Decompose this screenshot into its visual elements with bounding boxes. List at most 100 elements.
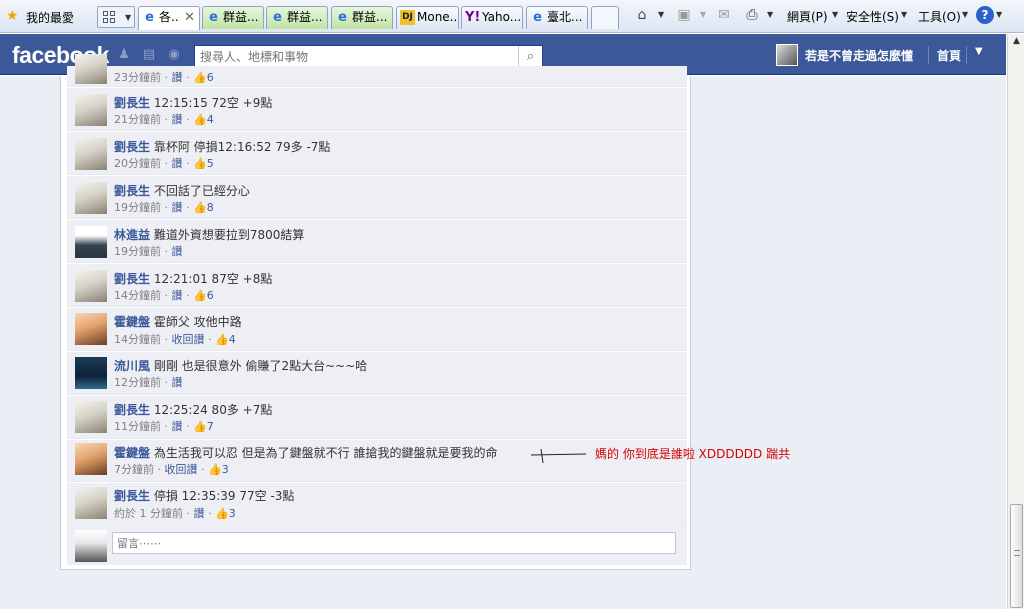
chevron-down-icon[interactable]: ▼	[658, 10, 664, 19]
avatar[interactable]	[75, 226, 107, 258]
browser-tab[interactable]: e 群益...	[266, 6, 328, 29]
avatar[interactable]	[75, 487, 107, 519]
like-link[interactable]: 讚	[194, 507, 205, 520]
friend-requests-icon[interactable]: ♟	[116, 47, 132, 63]
rss-icon[interactable]: ▣	[675, 6, 693, 24]
like-count[interactable]: 👍4	[193, 113, 214, 126]
comment-author[interactable]: 劉長生	[114, 489, 150, 503]
comment-time[interactable]: 19分鐘前	[114, 245, 161, 258]
comment-row: 霍鍵盤 霍師父 攻他中路 14分鐘前 · 收回讚 · 👍4	[67, 308, 687, 351]
comment-body: 靠杯阿 停損12:16:52 79多 -7點	[153, 140, 331, 154]
avatar[interactable]	[75, 357, 107, 389]
safety-menu[interactable]: 安全性(S)	[846, 8, 899, 25]
yahoo-logo-icon: Y!	[465, 10, 481, 25]
scrollbar-thumb[interactable]	[1010, 504, 1023, 608]
chevron-down-icon[interactable]: ▼	[767, 10, 773, 19]
scrollbar[interactable]: ▲	[1007, 34, 1024, 609]
chevron-down-icon[interactable]: ▼	[700, 10, 706, 19]
divider	[966, 46, 967, 64]
browser-tab[interactable]: e 各.. ✕	[138, 6, 200, 30]
like-count[interactable]: 👍8	[193, 201, 214, 214]
comment-author[interactable]: 劉長生	[114, 184, 150, 198]
page-menu[interactable]: 網頁(P)	[787, 8, 828, 25]
comment-time[interactable]: 14分鐘前	[114, 289, 161, 302]
comment-author[interactable]: 霍鍵盤	[114, 446, 150, 460]
unlike-link[interactable]: 收回讚	[172, 333, 205, 346]
like-link[interactable]: 讚	[172, 376, 183, 389]
avatar[interactable]	[75, 270, 107, 302]
ie-page-icon: e	[338, 10, 347, 25]
avatar[interactable]	[75, 138, 107, 170]
ie-page-icon: e	[209, 10, 218, 25]
comment-author[interactable]: 劉長生	[114, 403, 150, 417]
chevron-down-icon[interactable]: ▼	[996, 10, 1002, 19]
search-icon[interactable]: ⌕	[518, 46, 542, 68]
like-count[interactable]: 👍6	[193, 71, 214, 84]
browser-tab[interactable]: Y! Yaho...	[461, 6, 523, 29]
comment-author[interactable]: 劉長生	[114, 272, 150, 286]
avatar[interactable]	[75, 401, 107, 433]
like-link[interactable]: 讚	[172, 157, 183, 170]
browser-tab[interactable]: e 群益...	[202, 6, 264, 29]
avatar[interactable]	[75, 54, 107, 84]
avatar[interactable]	[75, 182, 107, 214]
like-link[interactable]: 讚	[172, 201, 183, 214]
avatar[interactable]	[776, 44, 798, 66]
browser-tab[interactable]: DJ Mone...	[396, 6, 459, 29]
comment-time[interactable]: 11分鐘前	[114, 420, 161, 433]
unlike-link[interactable]: 收回讚	[165, 463, 198, 476]
avatar[interactable]	[75, 443, 107, 475]
avatar[interactable]	[75, 94, 107, 126]
print-icon[interactable]: ⎙	[743, 6, 761, 24]
comment-time[interactable]: 23分鐘前	[114, 71, 161, 84]
like-count[interactable]: 👍5	[193, 157, 214, 170]
comment-meta: 23分鐘前 · 讚 · 👍6	[114, 71, 214, 84]
comment-time[interactable]: 約於 1 分鐘前	[114, 507, 183, 520]
mail-icon[interactable]: ✉	[715, 6, 733, 24]
comment-author[interactable]: 林進益	[114, 228, 150, 242]
comment-author[interactable]: 劉長生	[114, 96, 150, 110]
help-icon[interactable]: ?	[976, 6, 994, 24]
like-count[interactable]: 👍3	[215, 507, 236, 520]
notifications-icon[interactable]: ◉	[166, 47, 182, 63]
annotation-pointer-line	[531, 448, 587, 464]
like-count[interactable]: 👍3	[208, 463, 229, 476]
browser-tab[interactable]: e 臺北...	[526, 6, 588, 29]
browser-tab[interactable]: e 群益...	[331, 6, 393, 29]
like-count[interactable]: 👍7	[193, 420, 214, 433]
comment-author[interactable]: 霍鍵盤	[114, 315, 150, 329]
like-count[interactable]: 👍4	[215, 333, 236, 346]
chevron-down-icon[interactable]: ▼	[832, 10, 838, 19]
comment-time[interactable]: 7分鐘前	[114, 463, 154, 476]
comment-time[interactable]: 12分鐘前	[114, 376, 161, 389]
favorites-star-icon[interactable]: ★	[6, 8, 19, 24]
comment-author[interactable]: 流川風	[114, 359, 150, 373]
close-icon[interactable]: ✕	[184, 7, 195, 28]
search-input[interactable]	[195, 46, 517, 68]
messages-icon[interactable]: ▤	[141, 47, 157, 63]
chevron-down-icon[interactable]: ▼	[962, 10, 968, 19]
new-tab-button[interactable]	[591, 6, 619, 29]
comment-time[interactable]: 21分鐘前	[114, 113, 161, 126]
comment-time[interactable]: 14分鐘前	[114, 333, 161, 346]
comment-input[interactable]	[112, 532, 676, 554]
favorites-label[interactable]: 我的最愛	[26, 9, 74, 26]
like-link[interactable]: 讚	[172, 420, 183, 433]
comment-author[interactable]: 劉長生	[114, 140, 150, 154]
scroll-up-arrow-icon[interactable]: ▲	[1010, 36, 1023, 49]
quick-tabs-button[interactable]: ▼	[97, 6, 135, 28]
comment-time[interactable]: 20分鐘前	[114, 157, 161, 170]
like-link[interactable]: 讚	[172, 113, 183, 126]
account-menu-chevron-icon[interactable]: ▼	[975, 46, 983, 57]
like-link[interactable]: 讚	[172, 289, 183, 302]
tools-menu[interactable]: 工具(O)	[918, 8, 961, 25]
like-link[interactable]: 讚	[172, 71, 183, 84]
like-count[interactable]: 👍6	[193, 289, 214, 302]
home-link[interactable]: 首頁	[937, 47, 961, 64]
like-link[interactable]: 讚	[172, 245, 183, 258]
profile-name-link[interactable]: 若是不曾走過怎麼懂	[805, 47, 913, 64]
home-icon[interactable]: ⌂	[633, 6, 651, 24]
comment-time[interactable]: 19分鐘前	[114, 201, 161, 214]
avatar[interactable]	[75, 313, 107, 345]
chevron-down-icon[interactable]: ▼	[901, 10, 907, 19]
